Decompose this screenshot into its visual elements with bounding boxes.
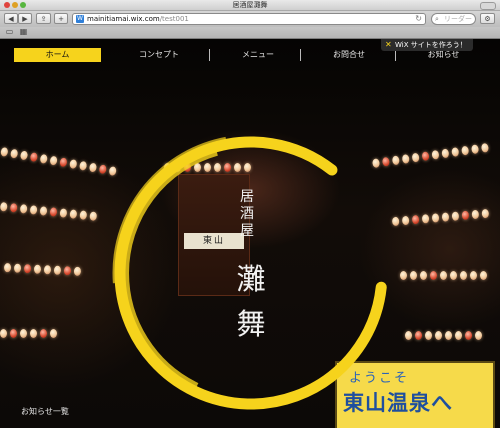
new-tab-button[interactable]: + — [54, 13, 68, 24]
url-path: /test001 — [159, 15, 189, 23]
share-button[interactable]: ⇪ — [36, 13, 51, 24]
back-arrow-icon: ◀ — [8, 15, 14, 23]
address-bar[interactable]: W mainitiamai.wix.com/test001 ↻ — [72, 13, 426, 25]
bookmarks-book-icon[interactable]: ▭ — [5, 28, 14, 36]
top-sites-grid-icon[interactable]: ▦ — [19, 28, 28, 36]
browser-toolbar: ◀ ▶ ⇪ + W mainitiamai.wix.com/test001 ↻ … — [0, 11, 500, 27]
bookmarks-bar: ▭ ▦ — [0, 27, 500, 39]
window-title: 居酒屋灘舞 — [232, 1, 268, 9]
toolbar-toggle-button[interactable] — [480, 2, 496, 10]
window-titlebar: 居酒屋灘舞 — [0, 0, 500, 11]
reload-icon[interactable]: ↻ — [415, 14, 422, 24]
share-icon: ⇪ — [40, 15, 47, 23]
reader-label: リーダー — [444, 15, 472, 23]
url-host: mainitiamai.wix.com — [87, 15, 160, 23]
settings-button[interactable]: ⚙ — [480, 13, 495, 24]
gear-icon: ⚙ — [484, 15, 491, 23]
plus-icon: + — [58, 15, 64, 23]
logo-subtitle: 居酒屋 — [240, 189, 254, 239]
reader-button[interactable]: ⌕ リーダー — [431, 13, 476, 25]
back-button[interactable]: ◀ — [4, 13, 18, 24]
news-list-link[interactable]: お知らせ一覧 — [21, 406, 69, 417]
logo-title: 灘舞 — [236, 262, 266, 341]
forward-button[interactable]: ▶ — [18, 13, 32, 24]
wix-favicon-icon: W — [76, 15, 84, 23]
reader-icon: ⌕ — [435, 15, 439, 23]
url-text: mainitiamai.wix.com/test001 — [87, 14, 189, 24]
forward-arrow-icon: ▶ — [22, 15, 28, 23]
web-page: 東山 ようこそ 東山温泉へ ホーム コンセプト メニュー お問合せ お知らせ ✕… — [0, 39, 500, 428]
